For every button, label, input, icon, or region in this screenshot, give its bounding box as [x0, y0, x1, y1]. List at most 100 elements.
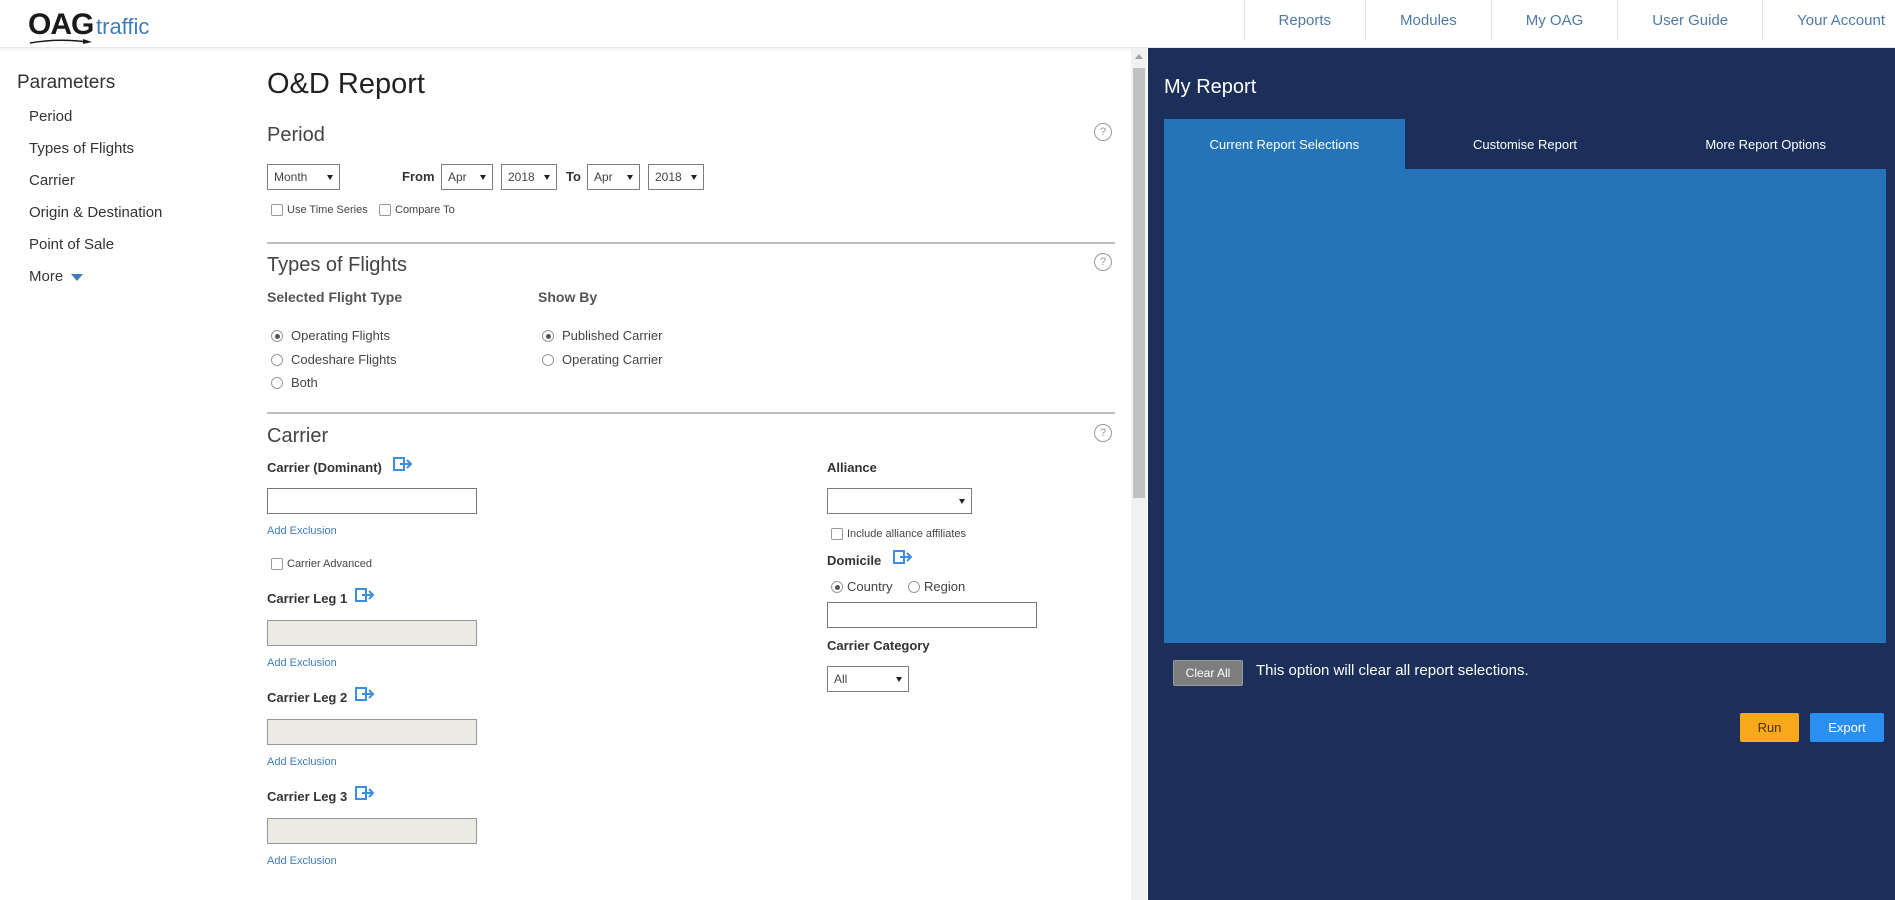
carrier-category-select[interactable]: All [827, 666, 909, 692]
nav-your-account[interactable]: Your Account [1762, 0, 1895, 40]
exclusion-export-icon[interactable] [355, 588, 375, 602]
carrier-leg1-add-exclusion[interactable]: Add Exclusion [267, 657, 337, 669]
period-granularity-select[interactable]: Month [267, 164, 340, 190]
exclusion-export-icon[interactable] [893, 550, 913, 564]
carrier-leg2-add-exclusion[interactable]: Add Exclusion [267, 756, 337, 768]
carrier-leg1-input[interactable] [267, 620, 477, 646]
use-time-series-checkbox[interactable] [271, 204, 283, 216]
domicile-label: Domicile [827, 553, 882, 568]
from-month-select[interactable]: Apr [441, 164, 493, 190]
sidebar-title: Parameters [17, 72, 116, 93]
flights-section-title: Types of Flights [267, 254, 408, 276]
report-form: O&D Report Period ? Month From Apr 2018 … [267, 48, 1115, 900]
form-scrollbar[interactable] [1131, 48, 1147, 900]
carrier-leg3-input[interactable] [267, 818, 477, 844]
tab-more-report-options[interactable]: More Report Options [1645, 119, 1886, 169]
carrier-leg1-label: Carrier Leg 1 [267, 591, 348, 606]
top-nav: Reports Modules My OAG User Guide Your A… [1243, 0, 1895, 40]
sidebar-item-types-of-flights[interactable]: Types of Flights [29, 140, 134, 157]
export-button[interactable]: Export [1810, 713, 1884, 742]
sidebar-item-origin-destination[interactable]: Origin & Destination [29, 204, 162, 221]
carrier-help-icon[interactable]: ? [1094, 424, 1112, 442]
from-year-value: 2018 [508, 170, 535, 184]
dropdown-arrow-icon [480, 175, 486, 180]
exclusion-export-icon[interactable] [355, 786, 375, 800]
carrier-advanced-label: Carrier Advanced [287, 558, 372, 570]
domicile-country-radio[interactable] [831, 581, 843, 593]
carrier-category-value: All [834, 672, 848, 686]
dropdown-arrow-icon [959, 499, 965, 504]
operating-carrier-radio[interactable] [542, 354, 554, 366]
dropdown-arrow-icon [544, 175, 550, 180]
domicile-input[interactable] [827, 602, 1037, 628]
codeshare-flights-radio[interactable] [271, 354, 283, 366]
nav-reports[interactable]: Reports [1243, 0, 1366, 40]
compare-to-label: Compare To [395, 204, 455, 216]
to-label: To [566, 169, 581, 184]
domicile-region-radio[interactable] [908, 581, 920, 593]
caret-down-icon [71, 273, 84, 281]
scroll-up-arrow-icon[interactable] [1135, 54, 1143, 59]
compare-to-checkbox[interactable] [379, 204, 391, 216]
carrier-dominant-add-exclusion[interactable]: Add Exclusion [267, 525, 337, 537]
dropdown-arrow-icon [627, 175, 633, 180]
alliance-label: Alliance [827, 460, 877, 475]
from-label: From [402, 169, 435, 184]
both-flights-radio[interactable] [271, 377, 283, 389]
carrier-advanced-checkbox[interactable] [271, 558, 283, 570]
carrier-dominant-input[interactable] [267, 488, 477, 514]
period-help-icon[interactable]: ? [1094, 123, 1112, 141]
sidebar-item-carrier[interactable]: Carrier [29, 172, 75, 189]
clear-all-note: This option will clear all report select… [1256, 662, 1529, 679]
to-month-select[interactable]: Apr [587, 164, 640, 190]
my-report-panel: My Report Current Report Selections Cust… [1148, 48, 1895, 900]
domicile-country-label: Country [847, 579, 893, 594]
carrier-leg3-add-exclusion[interactable]: Add Exclusion [267, 855, 337, 867]
domicile-region-label: Region [924, 579, 966, 594]
my-report-title: My Report [1164, 76, 1257, 98]
sidebar-item-period[interactable]: Period [29, 108, 72, 125]
flights-help-icon[interactable]: ? [1094, 253, 1112, 271]
carrier-leg2-input[interactable] [267, 719, 477, 745]
dropdown-arrow-icon [896, 677, 902, 682]
both-flights-label: Both [291, 375, 318, 390]
published-carrier-radio[interactable] [542, 330, 554, 342]
to-year-value: 2018 [655, 170, 682, 184]
dropdown-arrow-icon [327, 175, 333, 180]
report-tabs: Current Report Selections Customise Repo… [1164, 119, 1886, 169]
carrier-category-label: Carrier Category [827, 638, 930, 653]
use-time-series-label: Use Time Series [287, 204, 368, 216]
plane-swoosh-icon [29, 39, 92, 44]
to-year-select[interactable]: 2018 [648, 164, 704, 190]
granularity-value: Month [274, 170, 308, 184]
operating-flights-radio[interactable] [271, 330, 283, 342]
sidebar-item-point-of-sale[interactable]: Point of Sale [29, 236, 114, 253]
nav-modules[interactable]: Modules [1365, 0, 1491, 40]
exclusion-export-icon[interactable] [355, 687, 375, 701]
carrier-dominant-label: Carrier (Dominant) [267, 460, 382, 475]
flight-type-heading: Selected Flight Type [267, 289, 403, 305]
to-month-value: Apr [594, 170, 613, 184]
tab-customise-report[interactable]: Customise Report [1405, 119, 1646, 169]
tab-current-report-selections[interactable]: Current Report Selections [1164, 119, 1405, 169]
clear-all-button[interactable]: Clear All [1173, 660, 1243, 686]
run-button[interactable]: Run [1740, 713, 1799, 742]
section-divider [267, 412, 1115, 414]
carrier-section-title: Carrier [267, 425, 329, 447]
operating-flights-label: Operating Flights [291, 328, 390, 343]
top-header: OAG traffic Reports Modules My OAG User … [0, 0, 1895, 48]
include-alliance-affiliates-checkbox[interactable] [831, 528, 843, 540]
nav-user-guide[interactable]: User Guide [1617, 0, 1762, 40]
dropdown-arrow-icon [691, 175, 697, 180]
nav-my-oag[interactable]: My OAG [1490, 0, 1618, 40]
page-title: O&D Report [267, 68, 425, 100]
include-alliance-affiliates-label: Include alliance affiliates [847, 528, 967, 540]
from-year-select[interactable]: 2018 [501, 164, 557, 190]
sidebar-item-more[interactable]: More [29, 268, 84, 285]
scroll-thumb[interactable] [1133, 68, 1145, 498]
exclusion-export-icon[interactable] [393, 457, 413, 471]
carrier-leg3-label: Carrier Leg 3 [267, 789, 348, 804]
sidebar-more-label: More [29, 268, 64, 285]
operating-carrier-label: Operating Carrier [562, 352, 663, 367]
alliance-select[interactable] [827, 488, 972, 514]
